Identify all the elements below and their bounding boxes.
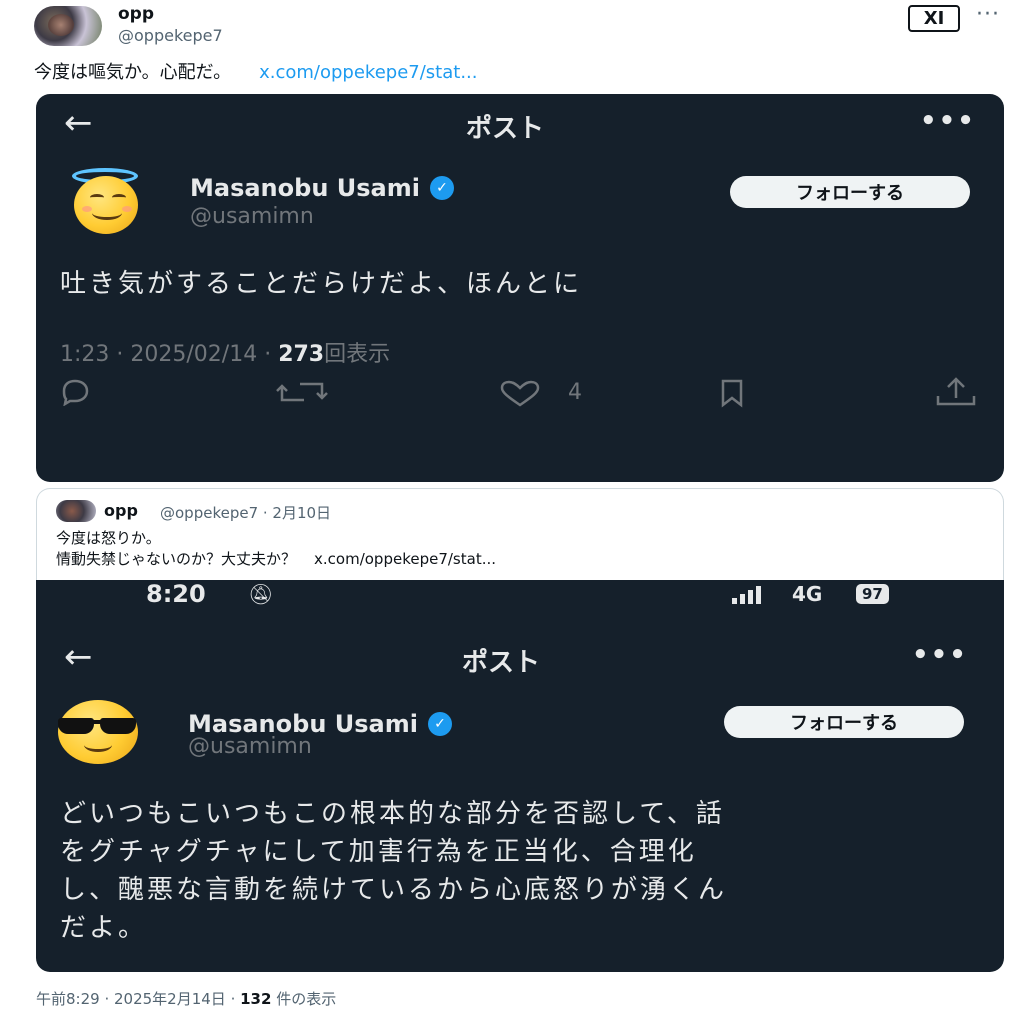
profile-name: Masanobu Usami bbox=[190, 174, 420, 202]
quoted-author-handle-date: @oppekepe7 · 2月10日 bbox=[160, 504, 332, 522]
tweet-link[interactable]: x.com/oppekepe7/stat... bbox=[259, 62, 477, 83]
profile-handle: @usamimn bbox=[190, 204, 314, 229]
network-type: 4G bbox=[792, 582, 823, 606]
signal-strength-icon bbox=[732, 584, 761, 604]
post-views-label: 回表示 bbox=[324, 342, 391, 367]
post-date: 2025/02/14 bbox=[130, 342, 258, 367]
quoted-link: x.com/oppekepe7/stat... bbox=[314, 550, 497, 568]
nav-title: ポスト bbox=[466, 114, 545, 144]
post-body-line2: をグチャグチャにして加害行為を正当化、合理化 bbox=[60, 837, 697, 867]
quoted-author-name: opp bbox=[104, 501, 138, 520]
bell-muted-icon: 🔕︎ bbox=[248, 582, 274, 606]
post-meta: 1:23 · 2025/02/14 · 273回表示 bbox=[60, 342, 391, 367]
embedded-screenshot-1[interactable]: ← ポスト ••• Masanobu Usami ✓ @usamimn フォロー… bbox=[36, 94, 1004, 482]
post-body-line1: どいつもこいつもこの根本的な部分を否認して、話 bbox=[60, 799, 725, 829]
quoted-text-line2: 情動失禁じゃないのか？大丈夫か？ x.com/oppekepe7/stat... bbox=[56, 548, 496, 569]
follow-button: フォローする bbox=[730, 176, 970, 208]
post-body: 吐き気がすることだらけだよ、ほんとに bbox=[60, 269, 583, 299]
tweet-footer-meta: 午前8:29 · 2025年2月14日 · 132 件の表示 bbox=[36, 990, 337, 1008]
like-count: 4 bbox=[568, 380, 582, 405]
nav-title: ポスト bbox=[462, 648, 541, 678]
post-time: 1:23 bbox=[60, 342, 110, 367]
status-time: 8:20 bbox=[146, 580, 206, 608]
verified-badge-icon: ✓ bbox=[429, 176, 454, 200]
tweet-text: 今度は嘔気か。心配だ。 x.com/oppekepe7/stat... bbox=[34, 58, 478, 84]
retweet-icon bbox=[274, 378, 330, 410]
post-body-line4: だよ。 bbox=[60, 913, 148, 943]
reply-icon bbox=[60, 378, 90, 410]
post-body-line3: し、醜悪な言動を続けているから心底怒りが湧くん bbox=[60, 875, 728, 905]
author-handle[interactable]: @oppekepe7 bbox=[118, 26, 223, 45]
quoted-author-avatar bbox=[56, 500, 96, 522]
post-views: 273 bbox=[278, 342, 325, 367]
battery-level: 97 bbox=[856, 584, 889, 604]
quoted-text-line1: 今度は怒りか。 bbox=[56, 529, 161, 547]
embedded-screenshot-2[interactable]: 8:20 🔕︎ 4G 97 ← ポスト ••• Masanobu Usami ✓… bbox=[36, 580, 1004, 972]
back-arrow-icon: ← bbox=[64, 103, 93, 143]
avatar-halo-icon bbox=[60, 168, 148, 236]
back-arrow-icon: ← bbox=[64, 637, 93, 677]
more-dots-icon: ••• bbox=[912, 640, 968, 670]
footer-time: 午前8:29 bbox=[36, 990, 100, 1008]
footer-date: 2025年2月14日 bbox=[114, 990, 226, 1008]
quoted-text-line2-body: 情動失禁じゃないのか？大丈夫か？ bbox=[56, 550, 297, 568]
follow-button: フォローする bbox=[724, 706, 964, 738]
bookmark-icon bbox=[720, 378, 744, 412]
footer-views-label: 件の表示 bbox=[276, 990, 337, 1008]
more-dots-icon: ••• bbox=[920, 106, 976, 136]
avatar-sunglasses-icon bbox=[54, 698, 144, 768]
author-name[interactable]: opp bbox=[118, 4, 154, 24]
footer-views[interactable]: 132 bbox=[240, 990, 271, 1008]
author-avatar[interactable] bbox=[34, 6, 102, 46]
share-icon bbox=[934, 376, 978, 412]
tweet-body: 今度は嘔気か。心配だ。 bbox=[34, 62, 232, 83]
profile-handle: @usamimn bbox=[188, 734, 312, 759]
verified-badge-icon: ✓ bbox=[427, 712, 452, 736]
heart-icon bbox=[498, 380, 542, 412]
more-options-icon[interactable]: ··· bbox=[976, 2, 1000, 27]
grok-icon[interactable]: XI bbox=[908, 5, 960, 32]
